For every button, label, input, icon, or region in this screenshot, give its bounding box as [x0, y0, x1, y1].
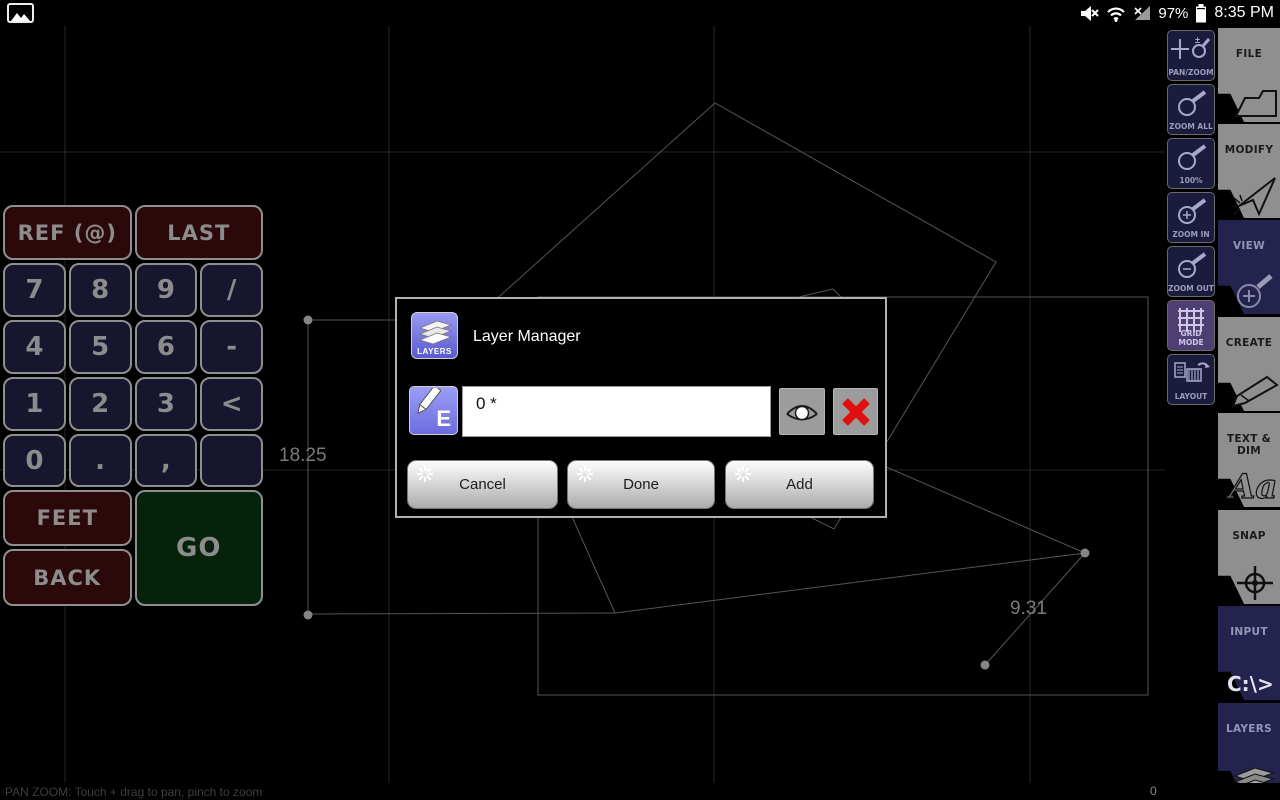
layers-app-icon: LAYERS [411, 312, 458, 359]
burst-icon [417, 466, 433, 482]
key-2[interactable]: 2 [68, 377, 132, 431]
key-go[interactable]: GO [134, 490, 263, 606]
cancel-label: Cancel [459, 476, 506, 493]
key-minus[interactable]: - [200, 320, 263, 374]
key-0[interactable]: 0 [3, 434, 66, 487]
grid-mode-button[interactable]: GRID MODE [1167, 300, 1215, 351]
zoom-100-button[interactable]: 100% [1167, 138, 1215, 189]
key-blank[interactable] [200, 434, 263, 487]
burst-icon [735, 466, 751, 482]
key-6[interactable]: 6 [134, 320, 198, 374]
text-aa-icon: Aa [1225, 466, 1278, 505]
layers-icon-caption: LAYERS [417, 347, 452, 356]
key-1[interactable]: 1 [3, 377, 66, 431]
layout-page-icon [1174, 362, 1210, 382]
clock: 8:35 PM [1214, 4, 1274, 21]
key-feet[interactable]: FEET [3, 490, 132, 546]
dialog-title: Layer Manager [473, 328, 581, 345]
magnifier-icon [1178, 90, 1207, 116]
key-3[interactable]: 3 [134, 377, 198, 431]
layer-delete-button[interactable] [833, 388, 878, 435]
snap-target-icon [1237, 566, 1273, 600]
command-prompt-icon: C:\> [1227, 672, 1274, 696]
mute-icon [1081, 5, 1100, 21]
svg-text:Aa: Aa [1226, 467, 1277, 505]
screenshot-icon [7, 3, 34, 23]
toolbar-button-snap[interactable]: SNAP [1218, 510, 1280, 604]
dimension-label: 18.25 [279, 445, 327, 466]
key-ref[interactable]: REF (@) [3, 205, 132, 260]
add-button[interactable]: Add [725, 460, 874, 509]
delete-x-icon [841, 397, 870, 426]
zoom-in-button[interactable]: ZOOM IN [1167, 192, 1215, 243]
toolbar-button-modify[interactable]: MODIFY [1218, 124, 1280, 218]
eye-icon [786, 404, 818, 420]
app-root: 18.25 9.31 97% 8:35 PM REF (@) LAST 7 8 … [0, 0, 1280, 800]
magnifier-minus-icon [1178, 252, 1207, 278]
pencil-icon [1231, 375, 1279, 408]
folder-icon [1234, 90, 1277, 117]
layer-manager-dialog: LAYERS Layer Manager E 0 * Cancel Done A… [395, 297, 887, 518]
key-period[interactable]: . [68, 434, 132, 487]
toolbar-button-view[interactable]: VIEW [1218, 220, 1280, 314]
svg-text:±: ± [1195, 35, 1200, 45]
toolbar-button-file[interactable]: FILE [1218, 28, 1280, 122]
done-label: Done [623, 476, 659, 493]
wifi-icon [1107, 7, 1126, 22]
key-last[interactable]: LAST [134, 205, 263, 260]
magnifier-icon [1178, 144, 1207, 170]
zoom-out-button[interactable]: ZOOM OUT [1167, 246, 1215, 297]
layer-visibility-button[interactable] [779, 388, 825, 435]
battery-icon [1196, 3, 1207, 22]
key-9[interactable]: 9 [134, 263, 198, 317]
pan-zoom-icon: ± [1171, 35, 1211, 59]
status-bar: 97% 8:35 PM [0, 0, 1280, 26]
battery-percent: 97% [1158, 4, 1189, 22]
edit-layer-icon[interactable]: E [409, 386, 458, 435]
done-button[interactable]: Done [567, 460, 715, 509]
numeric-keypad: REF (@) LAST 7 8 9 / 4 5 6 - 1 2 3 < 0 .… [3, 205, 263, 606]
key-less-than[interactable]: < [200, 377, 263, 431]
svg-text:C:\>: C:\> [1227, 672, 1274, 696]
toolbar-button-create[interactable]: CREATE [1218, 317, 1280, 411]
key-back[interactable]: BACK [3, 549, 132, 606]
layer-name-field[interactable]: 0 * [462, 386, 771, 437]
edit-icon-letter: E [436, 406, 451, 431]
pan-zoom-button[interactable]: ± PAN/ZOOM [1167, 30, 1215, 81]
zoom-all-button[interactable]: ZOOM ALL [1167, 84, 1215, 135]
magnifier-plus-icon [1237, 274, 1273, 308]
cancel-button[interactable]: Cancel [407, 460, 558, 509]
layout-button[interactable]: LAYOUT [1167, 354, 1215, 405]
toolbar-button-text-dim[interactable]: TEXT & DIM Aa [1218, 413, 1280, 507]
burst-icon [577, 466, 593, 482]
selection-counter: 0 [1150, 784, 1157, 798]
key-7[interactable]: 7 [3, 263, 66, 317]
dimension-label: 9.31 [1010, 598, 1047, 619]
no-signal-icon [1134, 6, 1151, 20]
key-5[interactable]: 5 [68, 320, 132, 374]
key-comma[interactable]: , [134, 434, 198, 487]
key-8[interactable]: 8 [68, 263, 132, 317]
toolbar-button-input[interactable]: INPUT C:\> [1218, 606, 1280, 700]
key-divide[interactable]: / [200, 263, 263, 317]
bottom-status-bar: PAN ZOOM: Touch + drag to pan, pinch to … [0, 783, 1280, 800]
key-4[interactable]: 4 [3, 320, 66, 374]
modify-arrow-icon [1231, 177, 1276, 216]
add-label: Add [786, 476, 813, 493]
magnifier-plus-icon [1178, 198, 1207, 224]
mode-hint: PAN ZOOM: Touch + drag to pan, pinch to … [5, 785, 263, 799]
